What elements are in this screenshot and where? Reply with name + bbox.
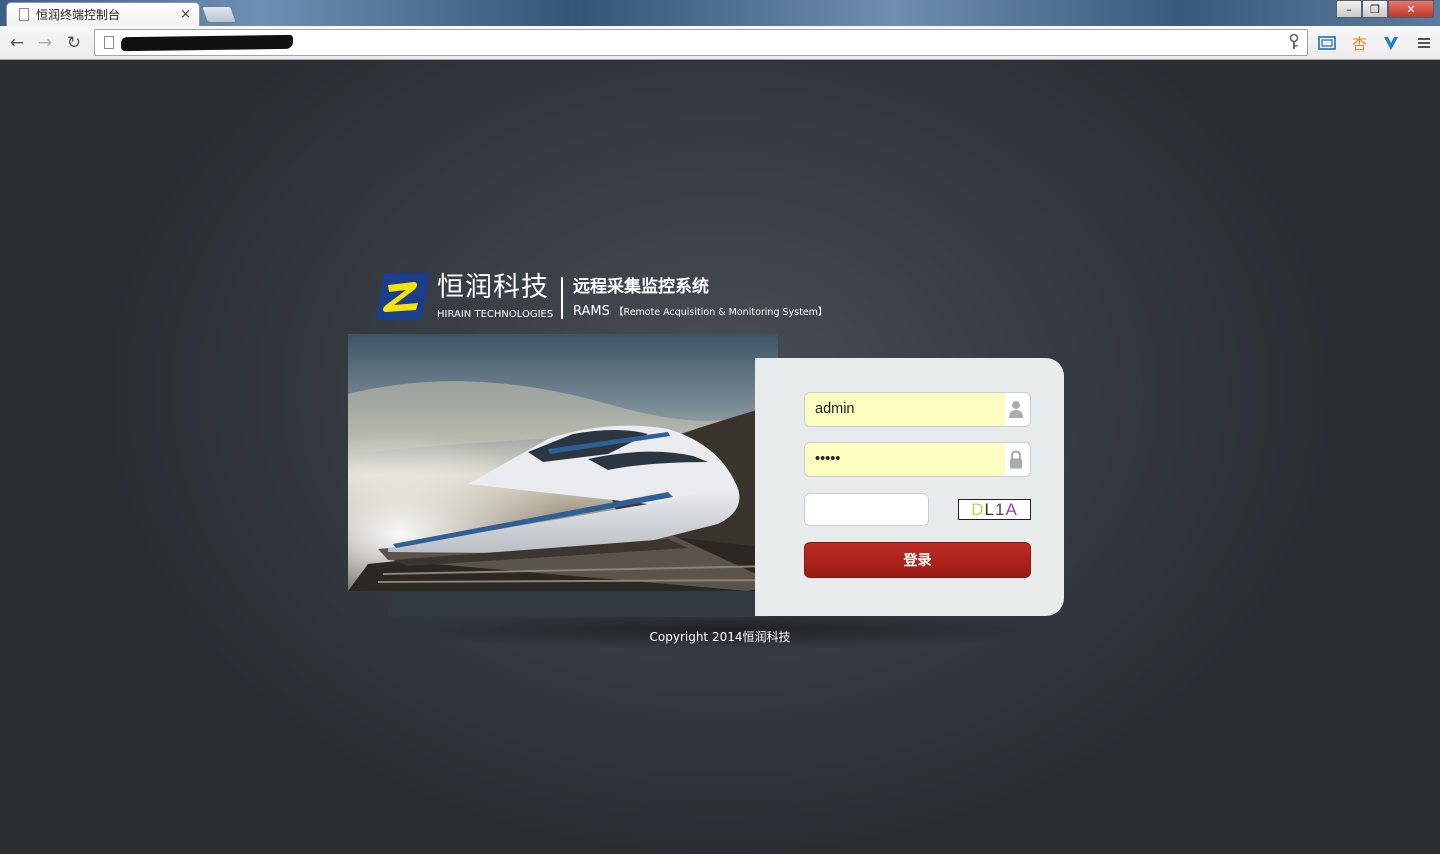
maximize-button[interactable]: ❐	[1362, 0, 1388, 18]
bullet-train-image	[348, 334, 778, 591]
extension-icon[interactable]: 杏	[1348, 32, 1370, 54]
new-tab-button[interactable]	[200, 6, 238, 23]
svg-text:杏: 杏	[1352, 35, 1367, 52]
user-icon	[1009, 401, 1023, 418]
forward-button[interactable]: →	[34, 32, 56, 54]
captcha-char: 1	[994, 499, 1006, 519]
browser-toolbar: ← → ↻ 杏	[0, 26, 1440, 60]
captcha-image[interactable]: DL1A	[958, 499, 1031, 520]
username-field[interactable]: admin	[804, 392, 1031, 427]
system-name-cn: 远程采集监控系统	[573, 277, 709, 297]
fullscreen-icon[interactable]	[1316, 32, 1338, 54]
brand-divider	[561, 277, 563, 319]
login-panel: admin ••••• DL1A 登录	[755, 358, 1064, 616]
company-logo	[376, 273, 430, 320]
address-bar[interactable]	[94, 29, 1308, 56]
captcha-char: A	[1005, 499, 1018, 519]
key-icon[interactable]	[1289, 33, 1299, 54]
tab-title: 恒润终端控制台	[36, 8, 121, 22]
tab-close-icon[interactable]: ×	[180, 7, 191, 22]
page-icon	[104, 36, 114, 49]
window-controls: – ❐ ✕	[1336, 0, 1434, 18]
page-icon	[19, 8, 29, 21]
browser-tab[interactable]: 恒润终端控制台 ×	[6, 2, 200, 26]
menu-icon[interactable]	[1413, 32, 1435, 54]
password-field[interactable]: •••••	[804, 442, 1031, 477]
login-button[interactable]: 登录	[804, 542, 1031, 578]
login-page: 恒润科技 HIRAIN TECHNOLOGIES 远程采集监控系统 RAMS 【…	[0, 61, 1440, 854]
minimize-button[interactable]: –	[1336, 0, 1362, 18]
captcha-char: L	[984, 499, 995, 519]
system-abbr: RAMS	[573, 304, 610, 319]
captcha-char: D	[971, 499, 985, 519]
password-input[interactable]: •••••	[805, 443, 1005, 476]
captcha-input[interactable]	[804, 493, 929, 526]
company-name-en: HIRAIN TECHNOLOGIES	[437, 309, 554, 320]
redacted-url	[120, 34, 294, 52]
username-input[interactable]: admin	[805, 393, 1005, 426]
vpn-shield-icon[interactable]	[1380, 32, 1402, 54]
close-window-button[interactable]: ✕	[1388, 0, 1434, 18]
copyright-text: Copyright 2014恒润科技	[649, 630, 791, 644]
back-button[interactable]: ←	[6, 32, 28, 54]
system-name-en: RAMS 【Remote Acquisition & Monitoring Sy…	[573, 304, 827, 319]
system-full-name: 【Remote Acquisition & Monitoring System】	[614, 307, 828, 318]
reload-button[interactable]: ↻	[63, 32, 85, 54]
brand-header: 恒润科技 HIRAIN TECHNOLOGIES 远程采集监控系统 RAMS 【…	[374, 271, 834, 323]
browser-tabstrip: 恒润终端控制台 × – ❐ ✕	[0, 0, 1440, 26]
lock-icon	[1010, 450, 1022, 469]
company-name-cn: 恒润科技	[437, 272, 549, 303]
